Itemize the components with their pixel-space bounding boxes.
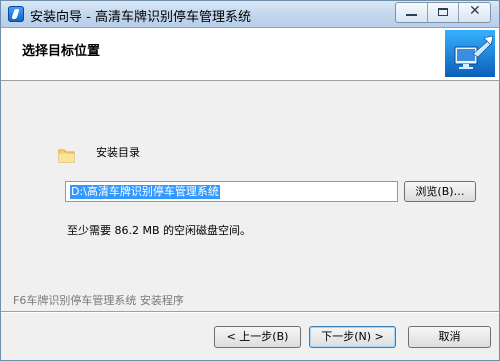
close-icon: ✕ xyxy=(468,3,481,19)
computer-install-icon xyxy=(445,30,495,77)
folder-icon xyxy=(58,149,75,163)
cancel-button[interactable]: 取消 xyxy=(408,326,491,348)
page-title: 选择目标位置 xyxy=(22,44,101,59)
install-path-selected-text: D:\高清车牌识别停车管理系统 xyxy=(70,185,220,199)
installer-branding: F6车牌识别停车管理系统 安装程序 xyxy=(13,294,184,307)
maximize-icon xyxy=(437,8,448,16)
next-button[interactable]: 下一步(N) > xyxy=(309,326,396,348)
install-dir-label: 安装目录 xyxy=(96,146,140,159)
title-bar[interactable]: 安装向导 - 高清车牌识别停车管理系统 ✕ xyxy=(1,1,499,28)
minimize-icon xyxy=(406,14,417,16)
installer-window: 安装向导 - 高清车牌识别停车管理系统 ✕ 选择目标位置 安装目录 D:\高清车… xyxy=(0,0,500,361)
footer-divider xyxy=(1,311,499,313)
minimize-button[interactable] xyxy=(396,3,428,22)
maximize-button[interactable] xyxy=(428,3,460,22)
back-button[interactable]: < 上一步(B) xyxy=(214,326,301,348)
window-title: 安装向导 - 高清车牌识别停车管理系统 xyxy=(30,10,251,25)
wizard-header: 选择目标位置 xyxy=(1,28,499,81)
close-button[interactable]: ✕ xyxy=(459,3,490,22)
disk-space-text: 至少需要 86.2 MB 的空闲磁盘空间。 xyxy=(67,224,252,237)
setup-icon xyxy=(8,6,24,22)
caption-buttons: ✕ xyxy=(395,2,491,23)
browse-button[interactable]: 浏览(B)… xyxy=(404,181,476,202)
